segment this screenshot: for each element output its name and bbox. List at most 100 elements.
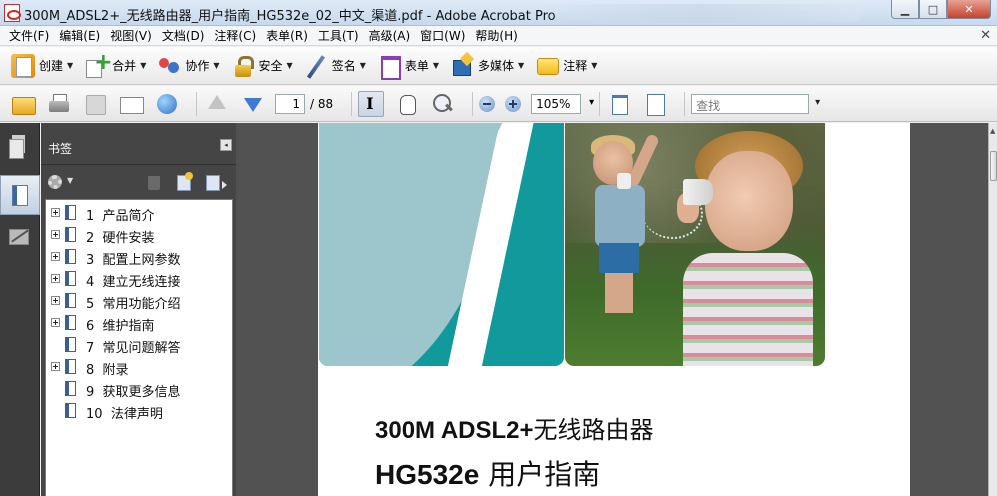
next-page-icon[interactable]	[239, 91, 265, 117]
page-total: / 88	[310, 96, 334, 111]
zoom-level-select[interactable]: 105%	[531, 93, 594, 114]
blurred-taskbar-region	[540, 4, 860, 22]
form-icon	[377, 54, 401, 80]
multimedia-button[interactable]: 多媒体 ▼	[447, 51, 530, 81]
expand-plus-icon[interactable]	[51, 252, 60, 261]
select-text-icon[interactable]	[358, 90, 385, 117]
menu-tools[interactable]: 工具(T)	[313, 27, 364, 44]
bookmark-item[interactable]: 10 法律声明	[46, 400, 232, 422]
menu-bar: 文件(F) 编辑(E) 视图(V) 文档(D) 注释(C) 表单(R) 工具(T…	[0, 26, 997, 46]
minimize-button[interactable]: ▁	[891, 0, 919, 19]
chevron-down-icon: ▼	[432, 61, 440, 70]
bookmark-icon	[65, 227, 76, 242]
window-title: 300M_ADSL2+_无线路由器_用户指南_HG532e_02_中文_渠道.p…	[24, 9, 556, 24]
zoom-out-icon[interactable]	[479, 95, 496, 112]
expand-plus-icon[interactable]	[51, 274, 60, 283]
pdf-page: 300M ADSL2+无线路由器 HG532e 用户指南	[318, 123, 910, 496]
find-input[interactable]: 查找	[691, 93, 820, 114]
chevron-down-icon: ▼	[140, 61, 147, 70]
maximize-button[interactable]: □	[919, 0, 947, 19]
collapse-panel-icon[interactable]: ◂	[220, 139, 232, 151]
menu-window[interactable]: 窗口(W)	[415, 27, 470, 44]
bookmark-label: 1 产品简介	[86, 209, 155, 224]
expand-plus-icon[interactable]	[51, 208, 60, 217]
menu-help[interactable]: 帮助(H)	[470, 27, 522, 44]
bookmark-item[interactable]: 3 配置上网参数	[46, 246, 232, 268]
fit-width-icon[interactable]	[606, 91, 632, 117]
document-view[interactable]: 300M ADSL2+无线路由器 HG532e 用户指南	[236, 123, 988, 496]
photo-cup-right	[683, 179, 713, 205]
multimedia-label: 多媒体	[478, 59, 515, 73]
menu-comments[interactable]: 注释(C)	[209, 27, 261, 44]
chevron-down-icon[interactable]: ▼	[67, 176, 73, 185]
menu-document[interactable]: 文档(D)	[157, 27, 210, 44]
menu-advanced[interactable]: 高级(A)	[364, 27, 416, 44]
hand-tool-icon[interactable]	[394, 91, 420, 117]
bookmark-item[interactable]: 6 维护指南	[46, 312, 232, 334]
menu-file[interactable]: 文件(F)	[4, 27, 54, 44]
bookmark-item[interactable]: 9 获取更多信息	[46, 378, 232, 400]
bookmark-label: 4 建立无线连接	[86, 275, 181, 290]
chevron-down-icon: ▼	[359, 61, 366, 70]
fit-page-icon[interactable]	[642, 91, 668, 117]
bookmark-item[interactable]: 4 建立无线连接	[46, 268, 232, 290]
bookmark-item[interactable]: 5 常用功能介绍	[46, 290, 232, 312]
chevron-down-icon: ▼	[213, 61, 220, 70]
expand-plus-icon[interactable]	[51, 296, 60, 305]
pages-panel-icon[interactable]	[6, 133, 32, 161]
expand-plus-icon[interactable]	[51, 318, 60, 327]
email-icon[interactable]	[118, 91, 144, 117]
vertical-scrollbar[interactable]: ▲	[988, 123, 997, 496]
secure-button[interactable]: 安全 ▼	[228, 51, 299, 81]
expand-plus-icon[interactable]	[51, 230, 60, 239]
bookmark-label: 9 获取更多信息	[86, 385, 181, 400]
bookmark-item[interactable]: 1 产品简介	[46, 202, 232, 224]
window-controls: ▁ □ ✕	[891, 0, 991, 19]
multimedia-icon	[450, 54, 474, 78]
bookmark-label: 10 法律声明	[86, 407, 163, 422]
bookmark-icon	[65, 249, 76, 264]
close-button[interactable]: ✕	[947, 0, 991, 19]
save-icon[interactable]	[82, 91, 108, 117]
bookmark-item[interactable]: 8 附录	[46, 356, 232, 378]
expand-plus-icon[interactable]	[51, 362, 60, 371]
collaborate-icon	[157, 54, 181, 78]
bookmark-item[interactable]: 2 硬件安装	[46, 224, 232, 246]
gear-icon[interactable]	[48, 175, 62, 189]
zoom-in-icon[interactable]	[505, 95, 522, 112]
previous-page-icon[interactable]	[203, 91, 229, 117]
globe-icon[interactable]	[154, 91, 180, 117]
new-bookmark-icon[interactable]	[177, 172, 193, 191]
bookmark-label: 8 附录	[86, 363, 129, 378]
signatures-panel-icon[interactable]	[6, 223, 32, 251]
navigation-pane-strip	[0, 123, 40, 496]
menu-forms[interactable]: 表单(R)	[261, 27, 313, 44]
sign-button[interactable]: 签名 ▼	[301, 51, 372, 81]
pen-icon	[304, 54, 328, 78]
create-button[interactable]: 创建 ▼	[8, 51, 79, 81]
scroll-up-icon[interactable]: ▲	[990, 127, 995, 135]
comment-button[interactable]: 注释 ▼	[532, 51, 603, 81]
collaborate-button[interactable]: 协作 ▼	[154, 51, 225, 81]
bookmark-label: 5 常用功能介绍	[86, 297, 181, 312]
open-folder-icon[interactable]	[10, 91, 36, 117]
expand-bookmark-icon[interactable]	[206, 175, 227, 191]
marquee-zoom-icon[interactable]	[430, 91, 456, 117]
document-close-icon[interactable]: ✕	[980, 28, 991, 43]
toolbar-separator	[196, 91, 197, 116]
bookmark-item[interactable]: 7 常见问题解答	[46, 334, 232, 356]
menu-view[interactable]: 视图(V)	[105, 27, 157, 44]
page-number-input[interactable]: 1	[275, 93, 305, 114]
collaborate-label: 协作	[185, 59, 210, 73]
print-icon[interactable]	[46, 91, 72, 117]
bookmarks-title: 书签	[48, 142, 73, 156]
forms-button[interactable]: 表单 ▼	[374, 51, 445, 81]
chevron-down-icon: ▼	[591, 61, 598, 70]
bookmarks-panel-icon[interactable]	[0, 175, 40, 215]
merge-button[interactable]: 合并 ▼	[81, 50, 152, 81]
menu-edit[interactable]: 编辑(E)	[54, 27, 105, 44]
scrollbar-thumb[interactable]	[990, 151, 997, 181]
cover-photo	[565, 123, 825, 366]
secure-label: 安全	[258, 59, 283, 73]
trash-icon[interactable]	[148, 176, 160, 190]
